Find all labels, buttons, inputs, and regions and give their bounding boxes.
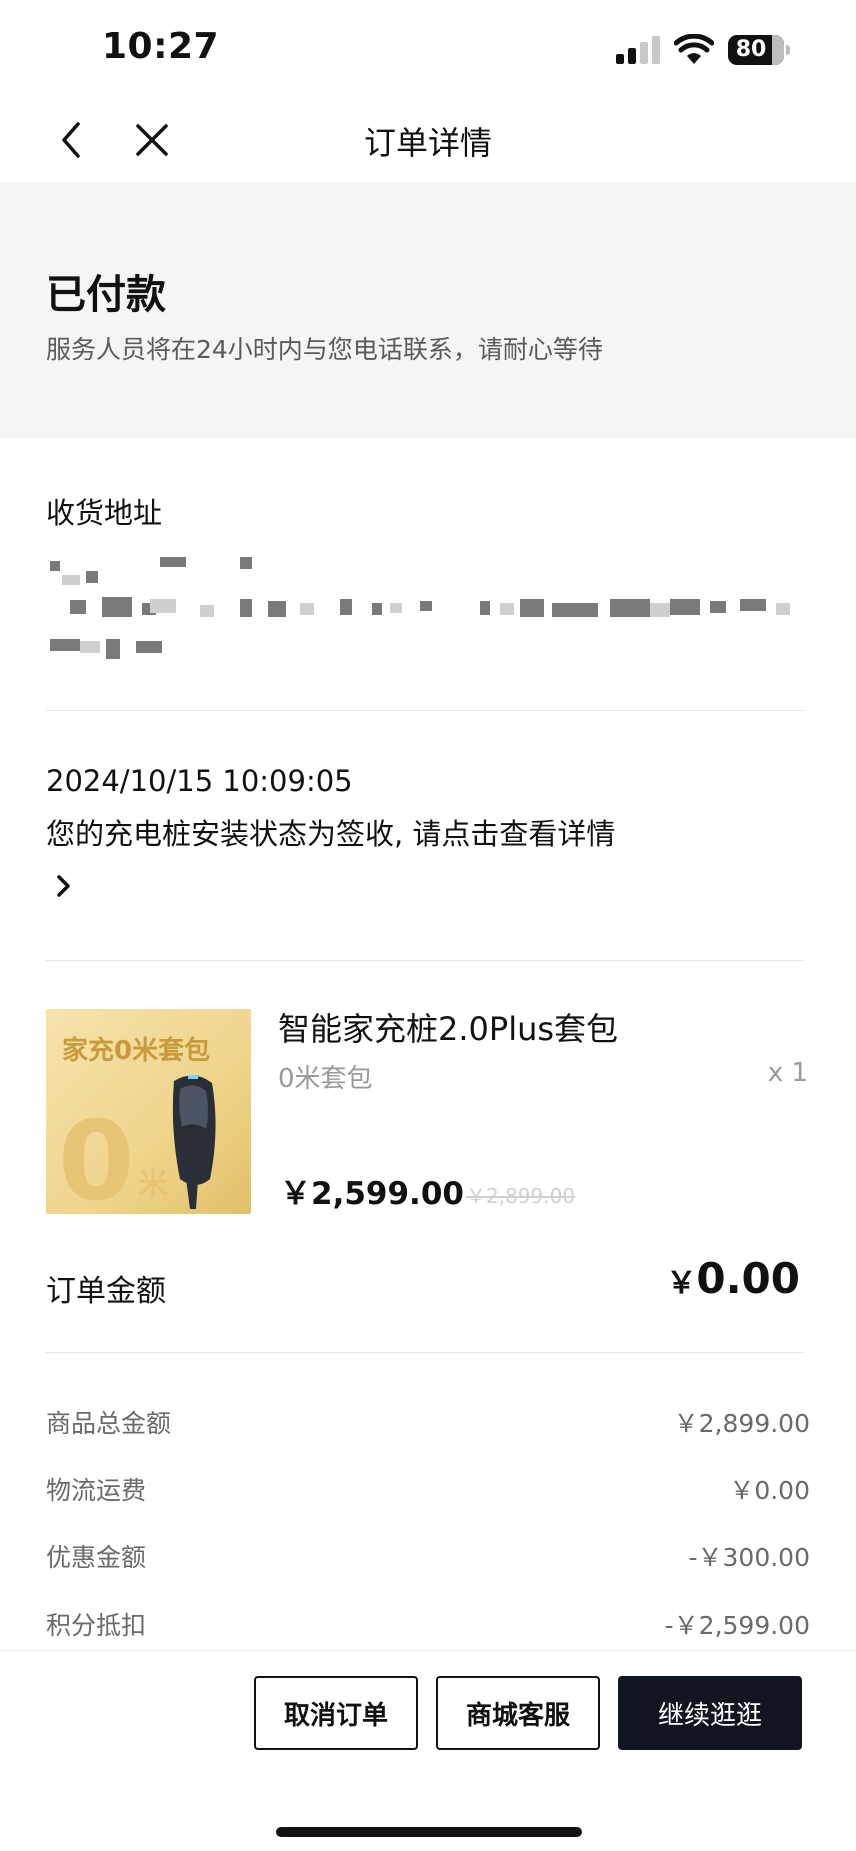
fee-label: 优惠金额 bbox=[46, 1543, 147, 1572]
fee-row-discount: 优惠金额 -￥300.00 bbox=[46, 1538, 810, 1578]
product-original-price: ￥2,899.00 bbox=[466, 1184, 576, 1208]
order-amount-number: 0.00 bbox=[696, 1254, 800, 1303]
install-timestamp: 2024/10/15 10:09:05 bbox=[46, 764, 353, 798]
order-status-banner: 已付款 服务人员将在24小时内与您电话联系，请耐心等待 bbox=[0, 182, 856, 438]
fee-label: 物流运费 bbox=[46, 1476, 147, 1505]
product-image[interactable]: 家充0米套包 0 米 bbox=[46, 1009, 251, 1214]
page-title: 订单详情 bbox=[363, 124, 492, 162]
product-price: ￥2,599.00 bbox=[280, 1176, 464, 1212]
chevron-right-icon[interactable] bbox=[52, 872, 76, 900]
fee-label: 积分抵扣 bbox=[46, 1611, 147, 1640]
product-name[interactable]: 智能家充桩2.0Plus套包 bbox=[278, 1004, 618, 1050]
order-amount-currency: ￥ bbox=[666, 1266, 697, 1301]
nav-bar: 订单详情 bbox=[0, 100, 856, 180]
product-quantity: x 1 bbox=[767, 1058, 808, 1088]
product-spec: 0米套包 bbox=[278, 1064, 373, 1094]
order-amount-value: ￥0.00 bbox=[666, 1254, 800, 1303]
order-status-title: 已付款 bbox=[46, 272, 166, 318]
cancel-order-button[interactable]: 取消订单 bbox=[254, 1676, 418, 1750]
status-bar: 10:27 80 bbox=[0, 0, 856, 100]
divider bbox=[46, 960, 804, 961]
home-indicator bbox=[276, 1827, 582, 1837]
fee-value: -￥300.00 bbox=[688, 1543, 811, 1572]
fee-value: ￥2,899.00 bbox=[673, 1409, 810, 1438]
wifi-icon bbox=[674, 34, 714, 64]
fee-row-shipping: 物流运费 ￥0.00 bbox=[46, 1471, 810, 1511]
battery-level: 80 bbox=[735, 37, 767, 62]
product-image-text: 家充0米套包 bbox=[62, 1035, 210, 1066]
product-image-zero: 0 bbox=[58, 1097, 135, 1214]
signal-icon bbox=[616, 36, 660, 64]
order-amount-label: 订单金额 bbox=[46, 1274, 166, 1309]
address-label: 收货地址 bbox=[46, 496, 163, 530]
continue-shopping-button[interactable]: 继续逛逛 bbox=[618, 1676, 802, 1750]
fee-value: -￥2,599.00 bbox=[664, 1611, 810, 1640]
customer-service-button[interactable]: 商城客服 bbox=[436, 1676, 600, 1750]
fee-value: ￥0.00 bbox=[729, 1476, 810, 1505]
product-image-unit: 米 bbox=[138, 1167, 168, 1202]
battery-icon: 80 bbox=[728, 35, 790, 65]
fee-row-points-deduction: 积分抵扣 -￥2,599.00 bbox=[46, 1606, 810, 1646]
status-time: 10:27 bbox=[102, 26, 220, 67]
address-redacted bbox=[50, 557, 790, 659]
fee-label: 商品总金额 bbox=[46, 1409, 172, 1438]
divider bbox=[46, 710, 804, 711]
fee-row-goods-total: 商品总金额 ￥2,899.00 bbox=[46, 1404, 810, 1444]
install-status-message[interactable]: 您的充电桩安装状态为签收, 请点击查看详情 bbox=[46, 811, 615, 853]
bottom-action-bar: 取消订单 商城客服 继续逛逛 bbox=[0, 1650, 856, 1851]
order-status-description: 服务人员将在24小时内与您电话联系，请耐心等待 bbox=[46, 335, 603, 364]
divider bbox=[46, 1352, 804, 1353]
